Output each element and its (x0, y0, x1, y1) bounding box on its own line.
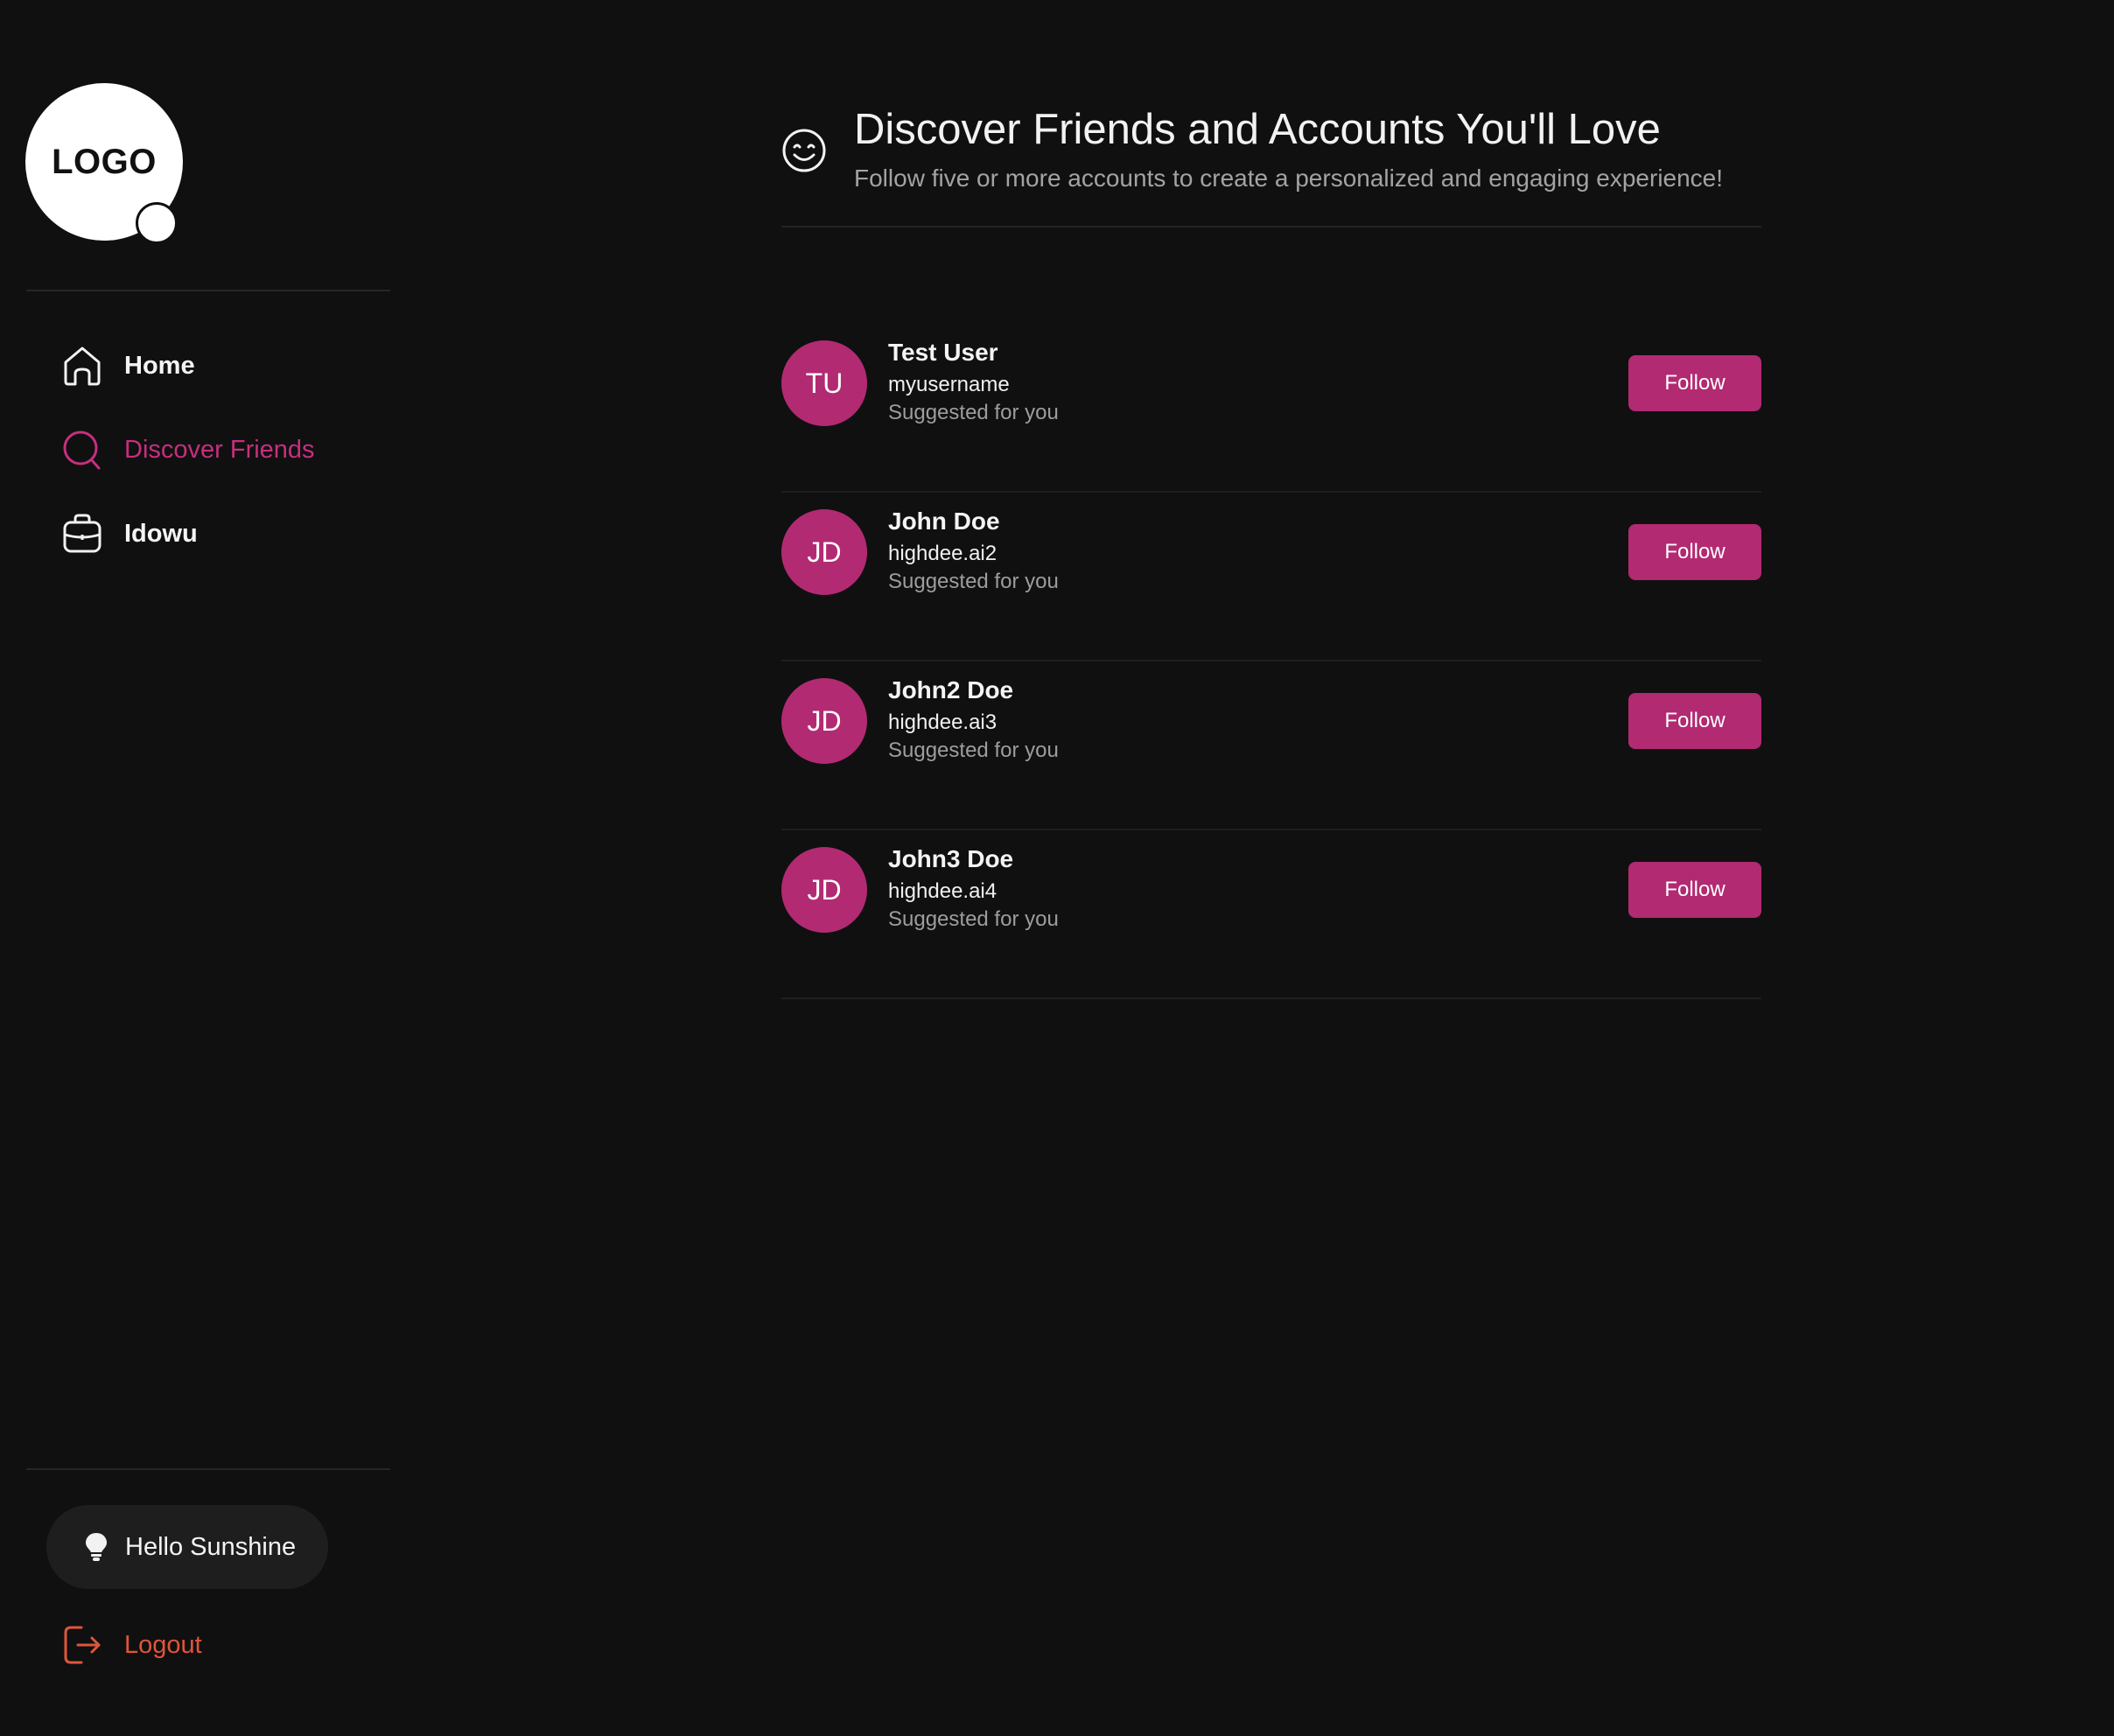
page-title: Discover Friends and Accounts You'll Lov… (854, 106, 1661, 153)
logout-icon (61, 1624, 103, 1666)
follow-button[interactable]: Follow (1628, 524, 1761, 580)
follow-button[interactable]: Follow (1628, 693, 1761, 749)
page-subtitle: Follow five or more accounts to create a… (854, 164, 1724, 192)
suggestion-note: Suggested for you (888, 907, 1059, 931)
suggestion-row: TU Test User myusername Suggested for yo… (781, 326, 1761, 493)
sidebar-item-home[interactable]: Home (61, 338, 315, 394)
briefcase-icon (61, 513, 103, 555)
suggestion-note: Suggested for you (888, 738, 1059, 762)
follow-button[interactable]: Follow (1628, 862, 1761, 918)
user-info: Test User myusername Suggested for you (888, 338, 1059, 427)
hello-label: Hello Sunshine (125, 1532, 297, 1561)
user-info: John Doe highdee.ai2 Suggested for you (888, 507, 1059, 596)
sidebar-divider-bottom (26, 1468, 390, 1470)
logo[interactable]: LOGO (25, 83, 185, 244)
user-info: John3 Doe highdee.ai4 Suggested for you (888, 844, 1059, 934)
sidebar: LOGO Home Discover Friends Idowu Hello S… (0, 0, 392, 1736)
logo-text: LOGO (52, 142, 157, 181)
sidebar-nav: Home Discover Friends Idowu (61, 338, 315, 590)
user-info: John2 Doe highdee.ai3 Suggested for you (888, 676, 1059, 765)
app-root: LOGO Home Discover Friends Idowu Hello S… (0, 0, 2114, 1736)
user-handle: highdee.ai2 (888, 542, 998, 565)
avatar[interactable]: JD (781, 847, 867, 933)
suggestion-note: Suggested for you (888, 401, 1059, 424)
suggestion-list: TU Test User myusername Suggested for yo… (781, 326, 1761, 1001)
logout-button[interactable]: Logout (61, 1619, 202, 1671)
home-icon (61, 345, 103, 387)
search-icon (61, 429, 103, 471)
user-name[interactable]: John3 Doe (888, 844, 1059, 874)
sidebar-divider-top (26, 290, 390, 291)
hello-sunshine-button[interactable]: Hello Sunshine (46, 1505, 328, 1589)
logout-label: Logout (124, 1630, 202, 1659)
user-name[interactable]: Test User (888, 338, 1059, 368)
avatar[interactable]: JD (781, 509, 867, 595)
smiley-icon (781, 128, 827, 173)
avatar[interactable]: TU (781, 340, 867, 426)
suggestion-note: Suggested for you (888, 570, 1059, 593)
sidebar-item-label: Idowu (124, 519, 198, 548)
user-handle: highdee.ai3 (888, 710, 998, 734)
sidebar-item-label: Home (124, 351, 195, 380)
sidebar-item-label: Discover Friends (124, 435, 315, 464)
suggestion-row: JD John3 Doe highdee.ai4 Suggested for y… (781, 832, 1761, 999)
user-handle: highdee.ai4 (888, 879, 998, 903)
sidebar-item-idowu[interactable]: Idowu (61, 506, 315, 562)
user-name[interactable]: John Doe (888, 507, 1059, 536)
page-header: Discover Friends and Accounts You'll Lov… (781, 105, 1761, 228)
follow-button[interactable]: Follow (1628, 355, 1761, 411)
suggestion-row: JD John Doe highdee.ai2 Suggested for yo… (781, 494, 1761, 662)
user-name[interactable]: John2 Doe (888, 676, 1059, 705)
sidebar-item-discover-friends[interactable]: Discover Friends (61, 422, 315, 478)
avatar[interactable]: JD (781, 678, 867, 764)
logo-dot (136, 202, 178, 244)
lightbulb-icon (81, 1530, 111, 1564)
user-handle: myusername (888, 373, 1010, 396)
suggestion-row: JD John2 Doe highdee.ai3 Suggested for y… (781, 663, 1761, 830)
